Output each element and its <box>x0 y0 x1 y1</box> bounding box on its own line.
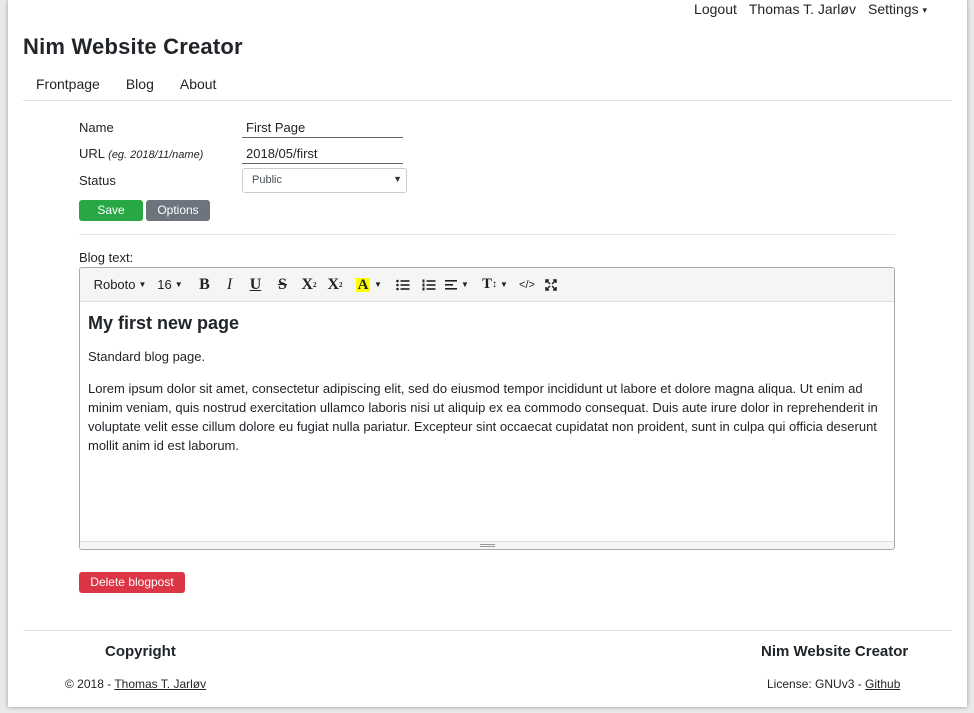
url-label-text: URL <box>79 146 105 161</box>
status-value: Public <box>252 174 282 186</box>
blog-text-label: Blog text: <box>79 250 134 265</box>
copyright-prefix: © 2018 - <box>65 677 115 691</box>
content-heading: My first new page <box>88 313 240 333</box>
save-button[interactable]: Save <box>79 200 143 221</box>
name-label: Name <box>79 120 114 135</box>
font-size-value: 16 <box>157 277 172 292</box>
align-icon[interactable]: ▼ <box>442 273 472 297</box>
superscript-icon[interactable]: X2 <box>296 273 322 297</box>
font-family-value: Roboto <box>93 277 136 292</box>
grip-icon <box>480 544 495 547</box>
name-input[interactable] <box>242 118 403 138</box>
unordered-list-icon[interactable] <box>390 273 416 297</box>
editor-content[interactable]: My first new page Standard blog page. Lo… <box>80 302 894 542</box>
footer-copyright-text: © 2018 - Thomas T. Jarløv <box>65 677 206 691</box>
color-dropdown-icon[interactable]: ▼ <box>372 273 384 297</box>
editor-resize-handle[interactable] <box>80 541 894 549</box>
main-nav: Frontpage Blog About <box>23 76 952 101</box>
url-hint: (eg. 2018/11/name) <box>108 149 204 161</box>
license-prefix: License: GNUv3 - <box>767 677 866 691</box>
nav-item-blog[interactable]: Blog <box>113 76 167 100</box>
strikethrough-icon[interactable]: S <box>269 273 296 297</box>
line-height-glyph: T <box>482 276 493 292</box>
footer-license-text: License: GNUv3 - Github <box>767 677 900 691</box>
ordered-list-icon[interactable] <box>416 273 442 297</box>
top-bar: Logout Thomas T. Jarløv Settings ▾ <box>694 1 927 17</box>
logout-link[interactable]: Logout <box>694 1 737 17</box>
github-link[interactable]: Github <box>865 677 900 691</box>
font-size-dropdown[interactable]: 16 ▼ <box>157 273 183 297</box>
page: Logout Thomas T. Jarløv Settings ▾ Nim W… <box>8 0 967 707</box>
content-paragraph: Standard blog page. <box>88 349 206 364</box>
line-height-icon[interactable]: T ↕ ▼ <box>480 273 510 297</box>
bold-icon[interactable]: B <box>192 273 217 297</box>
options-button[interactable]: Options <box>146 200 210 221</box>
superscript-glyph: X <box>301 275 314 293</box>
color-glyph: A <box>355 276 371 293</box>
code-view-icon[interactable]: </> <box>514 273 540 297</box>
nav-item-about[interactable]: About <box>167 76 230 100</box>
text-color-icon[interactable]: A <box>354 273 372 297</box>
footer-divider <box>23 630 952 631</box>
caret-down-icon: ▼ <box>461 280 469 289</box>
subscript-mark: 2 <box>339 280 343 289</box>
rich-text-editor: Roboto ▼ 16 ▼ B I U S X2 X2 A ▼ ▼ T ↕ ▼ </> <box>79 267 895 550</box>
content-paragraph: Lorem ipsum dolor sit amet, consectetur … <box>88 381 878 453</box>
divider <box>79 234 895 235</box>
settings-label: Settings <box>867 1 919 17</box>
delete-blogpost-button[interactable]: Delete blogpost <box>79 572 185 593</box>
status-label: Status <box>79 173 116 188</box>
site-title: Nim Website Creator <box>23 34 243 59</box>
caret-down-icon: ▼ <box>500 280 508 289</box>
underline-icon[interactable]: U <box>242 273 269 297</box>
footer-copyright-title: Copyright <box>105 643 176 660</box>
url-label: URL (eg. 2018/11/name) <box>79 146 203 161</box>
footer-product-title: Nim Website Creator <box>761 643 909 660</box>
caret-down-icon: ▾ <box>922 4 927 15</box>
font-family-dropdown[interactable]: Roboto ▼ <box>93 273 147 297</box>
author-link[interactable]: Thomas T. Jarløv <box>114 677 206 691</box>
url-input[interactable] <box>242 144 403 164</box>
nav-item-frontpage[interactable]: Frontpage <box>23 76 113 100</box>
italic-icon[interactable]: I <box>217 273 242 297</box>
superscript-mark: 2 <box>313 280 317 289</box>
caret-down-icon: ▼ <box>138 280 147 289</box>
select-arrow-icon: ▼ <box>393 174 402 184</box>
settings-dropdown[interactable]: Settings ▾ <box>868 1 927 17</box>
subscript-icon[interactable]: X2 <box>322 273 348 297</box>
status-select[interactable]: Public ▼ <box>242 168 407 193</box>
user-name-link[interactable]: Thomas T. Jarløv <box>749 1 856 17</box>
editor-toolbar: Roboto ▼ 16 ▼ B I U S X2 X2 A ▼ ▼ T ↕ ▼ </> <box>80 268 894 302</box>
caret-down-icon: ▼ <box>174 280 183 289</box>
fullscreen-icon[interactable] <box>540 273 562 297</box>
subscript-glyph: X <box>327 275 340 293</box>
